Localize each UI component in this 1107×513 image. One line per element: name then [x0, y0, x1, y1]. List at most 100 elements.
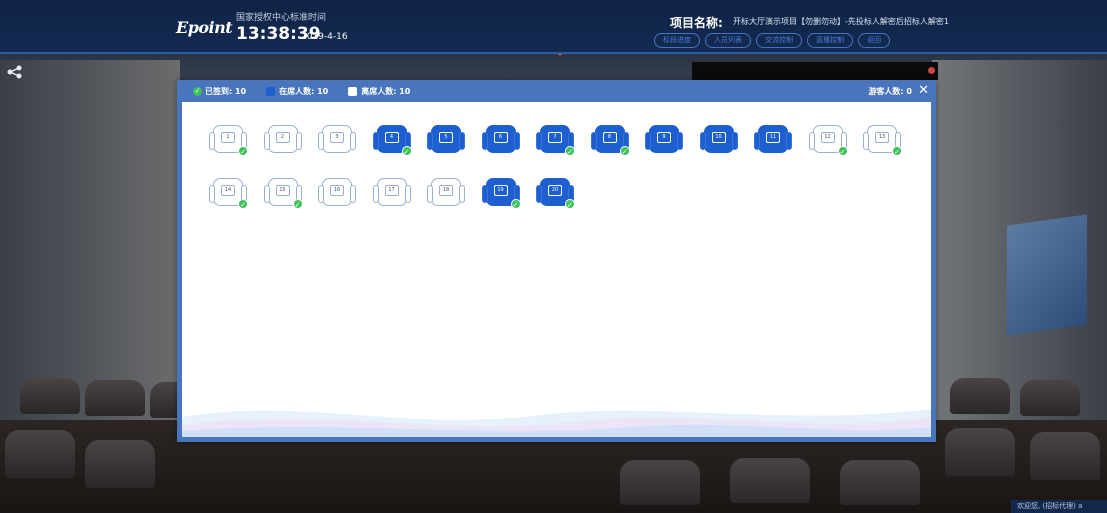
seat-arm-left: [536, 132, 542, 150]
seat-14[interactable]: 14 ✓: [208, 175, 248, 209]
seat-arm-left: [318, 132, 324, 150]
seat-number: 13: [875, 132, 889, 143]
seat-19[interactable]: 19 ✓: [481, 175, 521, 209]
hall-chair: [1020, 380, 1080, 416]
close-icon[interactable]: ✕: [918, 83, 929, 98]
nav-chat-control-button[interactable]: 交流控制: [756, 33, 802, 48]
check-circle-icon: ✓: [401, 146, 412, 156]
seat-1[interactable]: 1 ✓: [208, 122, 248, 156]
seat-arm-right: [350, 185, 356, 203]
hall-chair: [620, 460, 700, 505]
check-circle-icon: ✓: [238, 199, 248, 209]
online-swatch: [266, 87, 276, 96]
seat-arm-right: [513, 132, 520, 150]
nav-bid-progress-button[interactable]: 标段进度: [654, 33, 700, 48]
seat-number: 20: [548, 185, 562, 196]
seat-arm-left: [372, 185, 379, 203]
seat-arm-right: [350, 132, 356, 150]
offline-swatch: [348, 87, 358, 96]
seat-arm-left: [481, 185, 488, 203]
check-circle-icon: ✓: [837, 146, 848, 156]
nav-personnel-list-button[interactable]: 人员列表: [705, 33, 751, 48]
wall-screen: [1007, 214, 1087, 336]
seat-6[interactable]: 6: [481, 122, 521, 156]
seat-11[interactable]: 11: [753, 122, 793, 156]
seat-16[interactable]: 16: [317, 175, 357, 209]
seat-8[interactable]: 8 ✓: [590, 122, 630, 156]
seat-18[interactable]: 18: [426, 175, 466, 209]
seat-arm-left: [427, 132, 433, 150]
seat-number: 18: [439, 185, 453, 196]
seat-number: 9: [657, 132, 671, 143]
nav-live-control-button[interactable]: 直播控制: [807, 33, 853, 48]
seat-arm-left: [427, 185, 433, 203]
legend-signed: ✓ 已签到: 10: [193, 86, 246, 97]
dark-banner: [692, 62, 938, 80]
seat-number: 7: [548, 132, 562, 143]
offline-count: 离席人数: 10: [361, 87, 411, 96]
hall-chair: [1030, 432, 1100, 480]
online-count: 在席人数: 10: [279, 87, 329, 96]
check-circle-icon: ✓: [238, 146, 248, 156]
seat-arm-left: [590, 132, 597, 150]
header-nav: 标段进度 人员列表 交流控制 直播控制 返回: [654, 33, 890, 48]
seat-arm-left: [209, 185, 215, 203]
seat-number: 15: [275, 185, 290, 196]
nav-back-button[interactable]: 返回: [858, 33, 890, 48]
share-icon[interactable]: [7, 65, 23, 79]
attendance-legend: ✓ 已签到: 10 在席人数: 10 离席人数: 10: [193, 86, 430, 97]
seat-number: 14: [221, 185, 235, 196]
seat-15[interactable]: 15 ✓: [263, 175, 303, 209]
seat-20[interactable]: 20 ✓: [535, 175, 575, 209]
seat-number: 1: [221, 132, 235, 143]
seat-4[interactable]: 4 ✓: [372, 122, 412, 156]
check-circle-icon: ✓: [565, 146, 575, 156]
check-circle-icon: ✓: [565, 199, 575, 209]
top-header: Epoint 国家授权中心标准时间 13:38:39 2019-4-16 项目名…: [0, 0, 1107, 54]
decorative-waves: [182, 409, 931, 437]
hall-chair: [85, 440, 155, 488]
legend-offline: 离席人数: 10: [348, 86, 410, 97]
seat-arm-left: [645, 132, 651, 150]
seat-arm-left: [481, 132, 488, 150]
signed-count: 已签到: 10: [205, 87, 247, 96]
seat-arm-left: [263, 185, 270, 203]
seat-number: 17: [384, 185, 399, 196]
epoint-logo: Epoint: [176, 18, 233, 37]
seat-13[interactable]: 13 ✓: [862, 122, 902, 156]
seat-number: 3: [330, 132, 344, 143]
seat-2[interactable]: 2: [263, 122, 303, 156]
seat-7[interactable]: 7 ✓: [535, 122, 575, 156]
check-circle-icon: ✓: [619, 146, 630, 156]
check-circle-icon: ✓: [892, 146, 902, 156]
hall-chair: [85, 380, 145, 416]
hall-chair: [5, 430, 75, 478]
attendance-dialog: ✓ 已签到: 10 在席人数: 10 离席人数: 10 游客人数: 0 ✕ 1 ✓…: [177, 80, 936, 442]
status-dot-red: [928, 67, 935, 74]
hall-chair: [730, 458, 810, 503]
project-label: 项目名称:: [670, 16, 723, 30]
seat-9[interactable]: 9: [644, 122, 684, 156]
hall-chair: [950, 378, 1010, 414]
seat-arm-left: [318, 185, 324, 203]
seat-10[interactable]: 10: [699, 122, 739, 156]
clock-date: 2019-4-16: [301, 32, 348, 42]
seat-arm-right: [459, 185, 465, 203]
seat-arm-right: [295, 132, 302, 150]
seat-arm-left: [699, 132, 706, 150]
check-circle-icon: ✓: [510, 199, 521, 209]
seat-number: 11: [766, 132, 780, 143]
seat-5[interactable]: 5: [426, 122, 466, 156]
seat-number: 12: [820, 132, 835, 143]
seat-arm-right: [731, 132, 738, 150]
seat-arm-right: [404, 185, 411, 203]
seat-arm-right: [459, 132, 465, 150]
seat-3[interactable]: 3: [317, 122, 357, 156]
hall-chair: [20, 378, 80, 414]
check-circle-icon: ✓: [193, 87, 202, 96]
seat-number: 8: [602, 132, 617, 143]
project-name: 开标大厅演示项目【勿删勿动】-先投标人解密后招标人解密1: [733, 17, 949, 26]
seat-17[interactable]: 17: [372, 175, 412, 209]
seat-number: 5: [439, 132, 453, 143]
seat-12[interactable]: 12 ✓: [808, 122, 848, 156]
